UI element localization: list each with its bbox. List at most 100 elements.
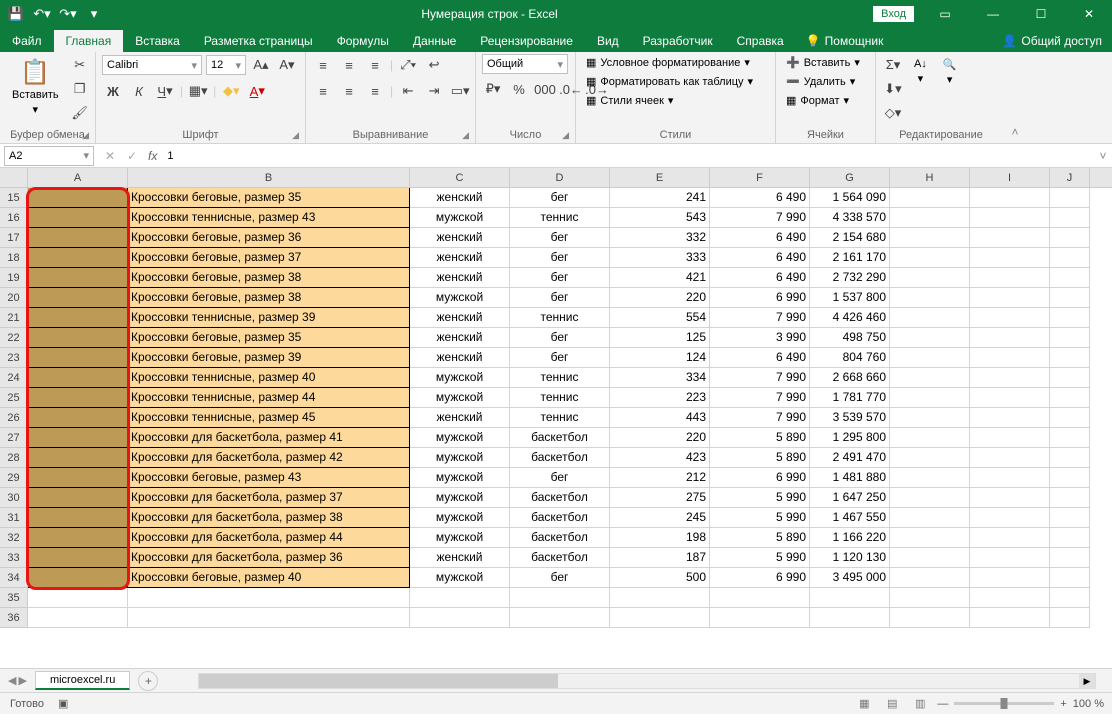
row-header[interactable]: 33 xyxy=(0,548,28,568)
add-sheet-button[interactable]: + xyxy=(138,671,158,691)
cell[interactable] xyxy=(28,408,128,428)
cell[interactable] xyxy=(970,488,1050,508)
format-painter-icon[interactable]: 🖌 xyxy=(69,102,91,124)
cell[interactable] xyxy=(28,548,128,568)
cell[interactable] xyxy=(890,368,970,388)
cell[interactable] xyxy=(890,548,970,568)
zoom-in-icon[interactable]: + xyxy=(1060,698,1066,710)
cell[interactable] xyxy=(28,368,128,388)
row-header[interactable]: 22 xyxy=(0,328,28,348)
redo-icon[interactable]: ↷▾ xyxy=(56,2,80,26)
col-header-J[interactable]: J xyxy=(1050,168,1090,187)
fill-icon[interactable]: ⬇▾ xyxy=(882,78,904,100)
cell[interactable] xyxy=(970,288,1050,308)
share-button[interactable]: 👤 Общий доступ xyxy=(992,30,1112,52)
cell[interactable]: женский xyxy=(410,348,510,368)
page-break-view-icon[interactable]: ▥ xyxy=(909,695,931,713)
sheet-tab[interactable]: microexcel.ru xyxy=(35,671,130,690)
formula-input[interactable]: 1 xyxy=(163,150,1094,162)
cell[interactable]: Кроссовки для баскетбола, размер 36 xyxy=(128,548,410,568)
col-header-C[interactable]: C xyxy=(410,168,510,187)
scrollbar-thumb[interactable] xyxy=(199,674,557,688)
tab-view[interactable]: Вид xyxy=(585,30,631,52)
cell[interactable]: мужской xyxy=(410,508,510,528)
cell[interactable]: мужской xyxy=(410,288,510,308)
cell[interactable]: 1 647 250 xyxy=(810,488,890,508)
cell[interactable]: 5 890 xyxy=(710,448,810,468)
align-bottom-icon[interactable]: ≡ xyxy=(364,54,386,76)
col-header-A[interactable]: A xyxy=(28,168,128,187)
cell[interactable]: теннис xyxy=(510,308,610,328)
copy-icon[interactable]: ❐ xyxy=(69,78,91,100)
tab-formulas[interactable]: Формулы xyxy=(325,30,401,52)
cell[interactable] xyxy=(810,588,890,608)
font-launcher-icon[interactable]: ◢ xyxy=(292,130,299,141)
cell[interactable]: 2 491 470 xyxy=(810,448,890,468)
cell[interactable] xyxy=(128,588,410,608)
cell[interactable] xyxy=(970,448,1050,468)
cell[interactable]: Кроссовки для баскетбола, размер 44 xyxy=(128,528,410,548)
cell[interactable]: 7 990 xyxy=(710,368,810,388)
cell[interactable] xyxy=(890,488,970,508)
cell[interactable]: женский xyxy=(410,248,510,268)
merge-icon[interactable]: ▭▾ xyxy=(449,80,471,102)
cell[interactable]: 124 xyxy=(610,348,710,368)
cell[interactable]: Кроссовки теннисные, размер 45 xyxy=(128,408,410,428)
cell[interactable]: 7 990 xyxy=(710,388,810,408)
cell[interactable]: 1 295 800 xyxy=(810,428,890,448)
fx-icon[interactable]: fx xyxy=(148,149,157,163)
cell[interactable]: 2 154 680 xyxy=(810,228,890,248)
cell[interactable] xyxy=(970,268,1050,288)
cell[interactable] xyxy=(1050,368,1090,388)
cell[interactable]: 6 990 xyxy=(710,568,810,588)
cell[interactable]: 3 990 xyxy=(710,328,810,348)
cell[interactable]: 245 xyxy=(610,508,710,528)
cell[interactable]: Кроссовки беговые, размер 37 xyxy=(128,248,410,268)
cell[interactable] xyxy=(890,248,970,268)
cell[interactable]: 6 490 xyxy=(710,228,810,248)
row-header[interactable]: 31 xyxy=(0,508,28,528)
cell[interactable] xyxy=(28,248,128,268)
cell[interactable] xyxy=(810,608,890,628)
cell[interactable]: Кроссовки беговые, размер 36 xyxy=(128,228,410,248)
cell[interactable]: 220 xyxy=(610,288,710,308)
cell[interactable] xyxy=(1050,288,1090,308)
borders-icon[interactable]: ▦▾ xyxy=(187,80,209,102)
cell[interactable] xyxy=(970,328,1050,348)
align-launcher-icon[interactable]: ◢ xyxy=(462,130,469,141)
col-header-D[interactable]: D xyxy=(510,168,610,187)
macro-record-icon[interactable]: ▣ xyxy=(54,697,72,710)
cell[interactable] xyxy=(1050,568,1090,588)
tab-help[interactable]: Справка xyxy=(725,30,796,52)
cell[interactable]: 333 xyxy=(610,248,710,268)
zoom-slider[interactable] xyxy=(954,702,1054,705)
cell[interactable]: 2 161 170 xyxy=(810,248,890,268)
tab-data[interactable]: Данные xyxy=(401,30,468,52)
font-color-icon[interactable]: A▾ xyxy=(246,80,268,102)
cell[interactable] xyxy=(1050,248,1090,268)
indent-decrease-icon[interactable]: ⇤ xyxy=(397,80,419,102)
cell[interactable]: 6 990 xyxy=(710,468,810,488)
cell[interactable]: Кроссовки теннисные, размер 40 xyxy=(128,368,410,388)
cell[interactable]: женский xyxy=(410,408,510,428)
col-header-I[interactable]: I xyxy=(970,168,1050,187)
cell[interactable] xyxy=(970,228,1050,248)
col-header-H[interactable]: H xyxy=(890,168,970,187)
cell[interactable]: 1 120 130 xyxy=(810,548,890,568)
ribbon-options-icon[interactable]: ▭ xyxy=(922,0,968,28)
row-header[interactable]: 35 xyxy=(0,588,28,608)
cell[interactable]: баскетбол xyxy=(510,448,610,468)
tab-layout[interactable]: Разметка страницы xyxy=(192,30,325,52)
row-header[interactable]: 26 xyxy=(0,408,28,428)
cell[interactable]: 543 xyxy=(610,208,710,228)
cell[interactable]: 220 xyxy=(610,428,710,448)
cell[interactable] xyxy=(1050,348,1090,368)
align-left-icon[interactable]: ≡ xyxy=(312,80,334,102)
cell[interactable] xyxy=(890,288,970,308)
cell[interactable]: Кроссовки беговые, размер 43 xyxy=(128,468,410,488)
horizontal-scrollbar[interactable]: ◀ ▶ xyxy=(198,673,1096,689)
cell[interactable] xyxy=(890,428,970,448)
collapse-ribbon-icon[interactable]: ˄ xyxy=(1006,52,1024,143)
cell[interactable] xyxy=(28,328,128,348)
cell[interactable]: 1 166 220 xyxy=(810,528,890,548)
